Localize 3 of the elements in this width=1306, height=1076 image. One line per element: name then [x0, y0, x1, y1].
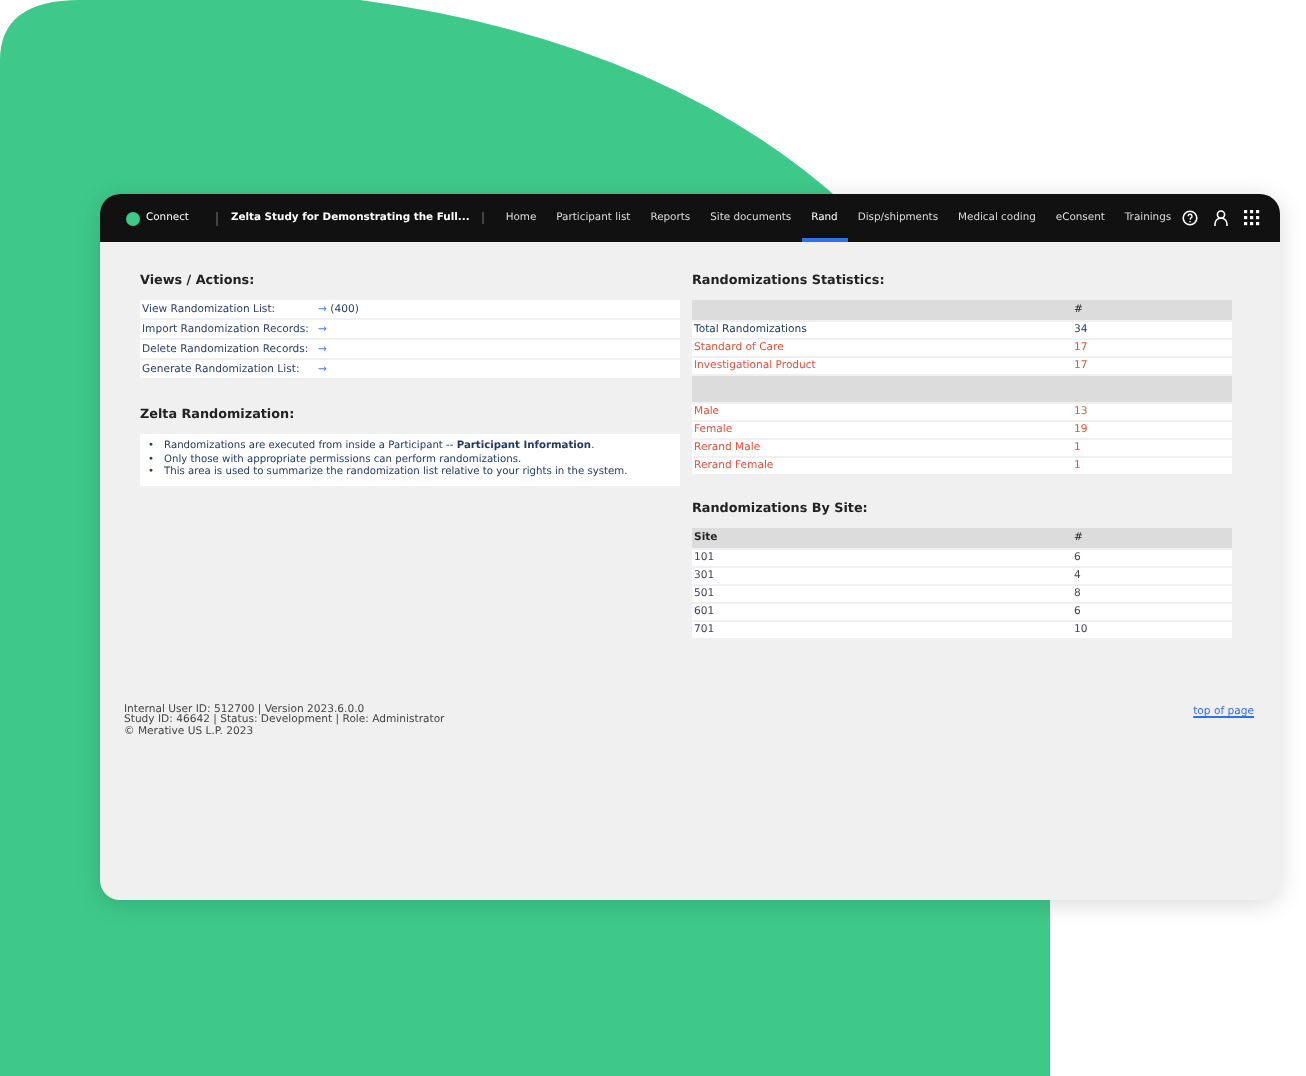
user-icon[interactable] — [1214, 210, 1228, 226]
help-icon[interactable] — [1182, 210, 1198, 226]
app-grid-icon[interactable] — [1244, 210, 1260, 226]
